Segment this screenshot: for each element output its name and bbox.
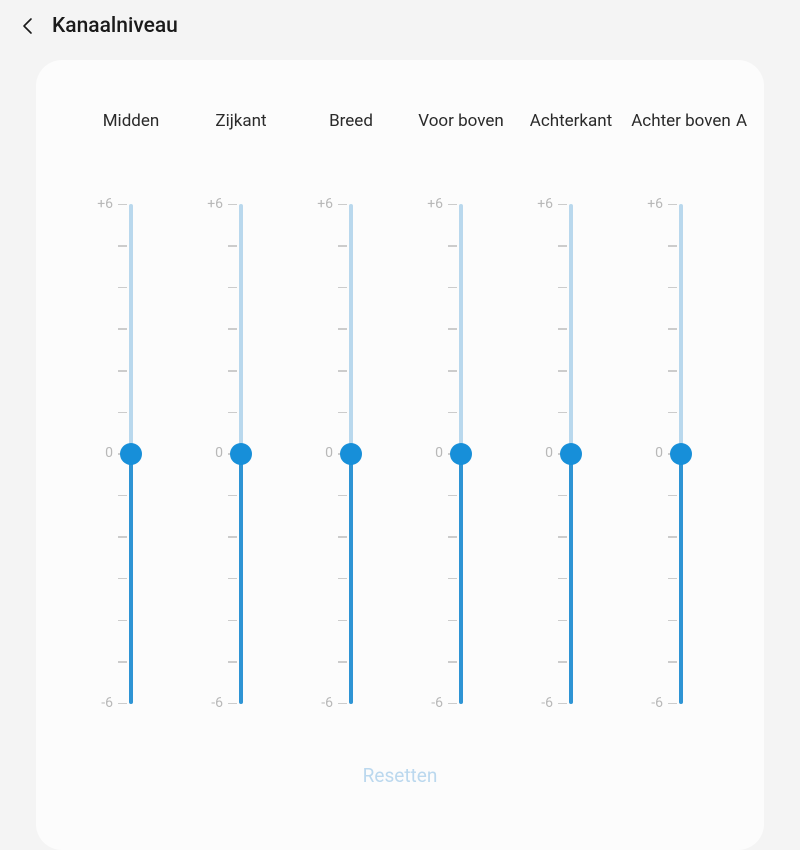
back-icon[interactable]: [20, 19, 34, 33]
channel-midden: Midden +6 0 -6: [76, 110, 186, 704]
slider-thumb[interactable]: [340, 443, 362, 465]
channel-voor-boven: Voor boven +6 0 -6: [406, 110, 516, 704]
channel-achterkant: Achterkant +6 0 -6: [516, 110, 626, 704]
channel-partial: A: [736, 110, 776, 704]
channel-label: Voor boven: [418, 110, 503, 154]
channel-label: Zijkant: [215, 110, 266, 154]
channel-level-card: Midden +6 0 -6: [36, 60, 764, 850]
channel-zijkant: Zijkant +6 0 -6: [186, 110, 296, 704]
channel-breed: Breed +6 0 -6: [296, 110, 406, 704]
tick-mid-label: 0: [105, 445, 113, 461]
slider-container: +6 0 -6: [516, 204, 626, 704]
slider-thumb[interactable]: [230, 443, 252, 465]
slider-container: +6 0 -6: [406, 204, 516, 704]
tick-min-label: -6: [101, 695, 113, 711]
channel-label: Achter boven: [631, 110, 731, 154]
channel-label: A: [736, 110, 747, 154]
slider-container: +6 0 -6: [186, 204, 296, 704]
channel-label: Midden: [103, 110, 160, 154]
slider-container: +6 0 -6: [76, 204, 186, 704]
reset-button[interactable]: Resetten: [46, 764, 754, 787]
channel-label: Breed: [329, 110, 373, 154]
slider-thumb[interactable]: [560, 443, 582, 465]
header: Kanaalniveau: [0, 0, 800, 52]
tick-max-label: +6: [97, 196, 113, 212]
slider-container: +6 0 -6: [296, 204, 406, 704]
sliders-row: Midden +6 0 -6: [46, 110, 754, 704]
slider-container: +6 0 -6: [626, 204, 736, 704]
slider-thumb[interactable]: [450, 443, 472, 465]
page-title: Kanaalniveau: [52, 14, 178, 38]
channel-achter-boven: Achter boven +6 0 -6: [626, 110, 736, 704]
channel-label: Achterkant: [530, 110, 613, 154]
slider-thumb[interactable]: [670, 443, 692, 465]
slider-thumb[interactable]: [120, 443, 142, 465]
